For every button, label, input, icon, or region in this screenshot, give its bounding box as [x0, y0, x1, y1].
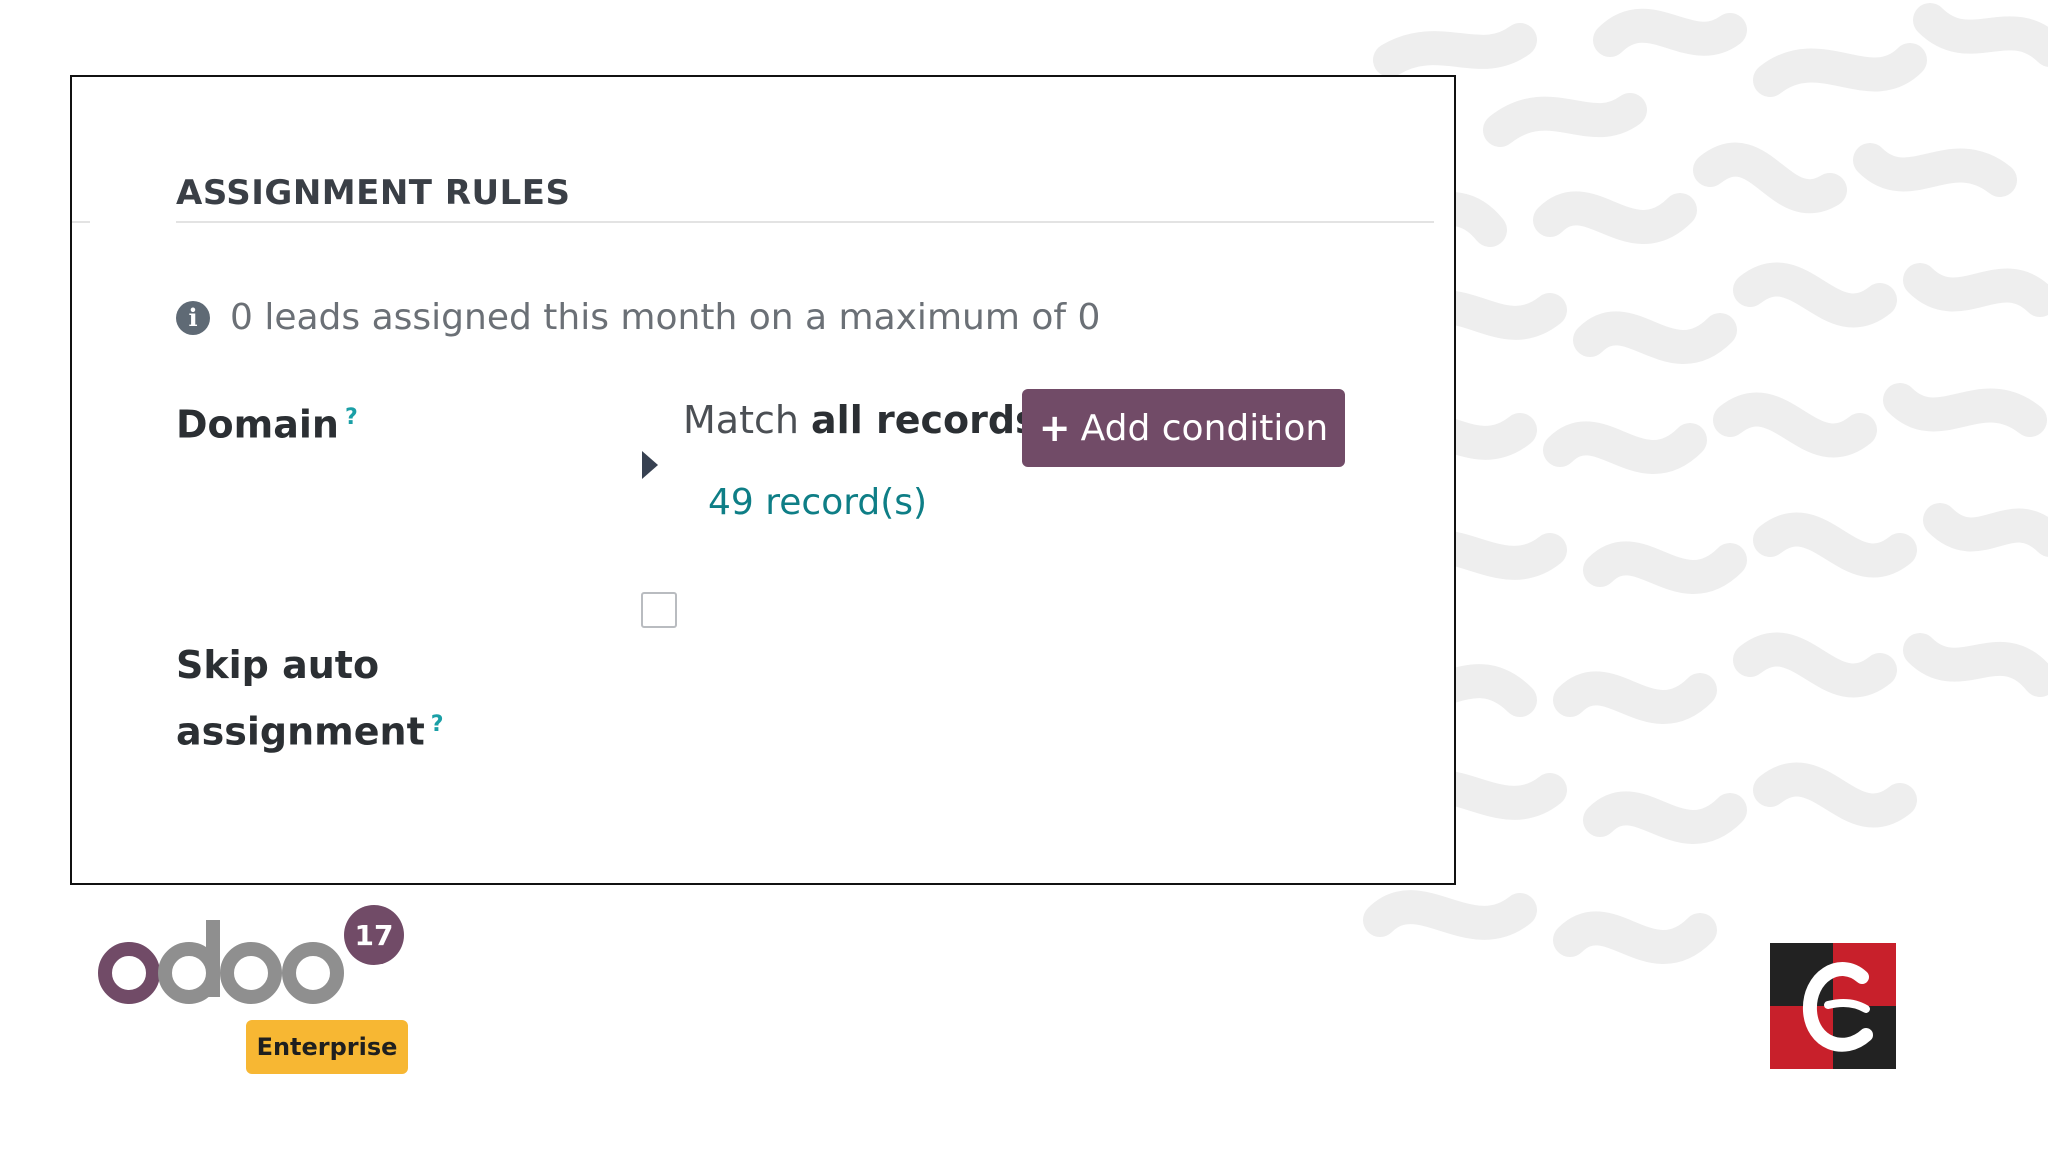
domain-label: Domain?	[176, 388, 358, 455]
skip-auto-assignment-checkbox[interactable]	[641, 592, 677, 628]
skip-auto-label-line2: assignment	[176, 709, 425, 754]
add-condition-label: Add condition	[1080, 407, 1329, 449]
skip-auto-assignment-label: Skip auto assignment?	[176, 635, 444, 762]
company-logo-icon	[1770, 943, 1896, 1069]
expand-domain-caret-icon[interactable]	[642, 451, 658, 479]
version-badge: 17	[344, 905, 404, 965]
enterprise-badge: Enterprise	[246, 1020, 408, 1074]
leads-info-text: 0 leads assigned this month on a maximum…	[230, 297, 1101, 338]
skip-auto-label-line1: Skip auto	[176, 643, 380, 687]
leads-info-row: i 0 leads assigned this month on a maxim…	[176, 297, 1100, 338]
match-all-records: all records	[811, 398, 1038, 442]
matching-records-link[interactable]: 49 record(s)	[708, 482, 927, 523]
add-condition-button[interactable]: + Add condition	[1022, 389, 1345, 467]
match-prefix: Match	[683, 398, 812, 442]
section-divider-left	[72, 221, 90, 223]
info-circle-icon: i	[176, 300, 210, 335]
section-title: ASSIGNMENT RULES	[176, 173, 571, 213]
plus-icon: +	[1038, 406, 1071, 450]
section-divider	[176, 221, 1434, 223]
skip-auto-help-icon[interactable]: ?	[431, 712, 444, 737]
assignment-rules-panel: ASSIGNMENT RULES i 0 leads assigned this…	[70, 75, 1456, 885]
odoo-logo	[98, 920, 344, 1004]
domain-help-icon[interactable]: ?	[345, 405, 358, 430]
domain-label-text: Domain	[176, 402, 339, 447]
domain-match-summary: Match all records	[683, 398, 1038, 442]
